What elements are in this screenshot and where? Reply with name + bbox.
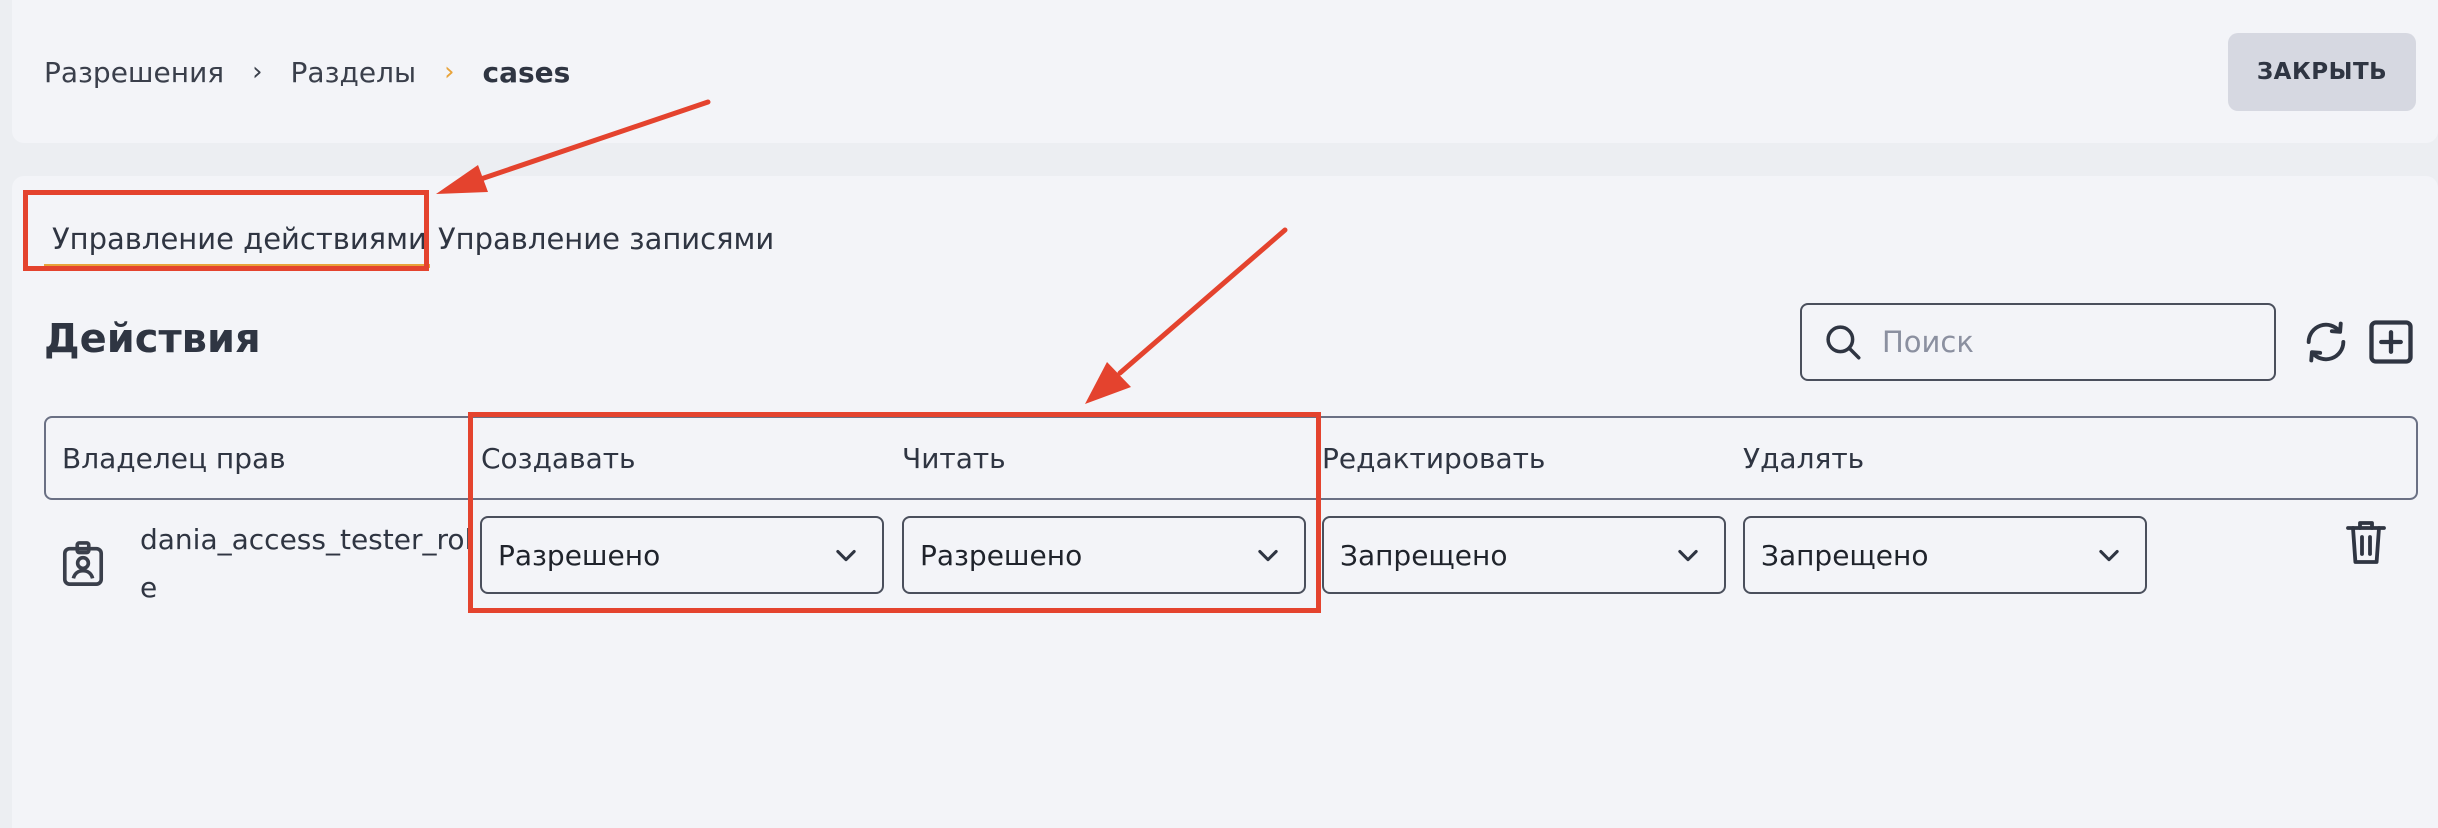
annotation-arrows — [436, 99, 1288, 404]
annotation-arrow-line — [475, 99, 711, 183]
annotation-arrow-line — [1117, 227, 1288, 376]
annotation-arrow-head — [436, 165, 488, 194]
